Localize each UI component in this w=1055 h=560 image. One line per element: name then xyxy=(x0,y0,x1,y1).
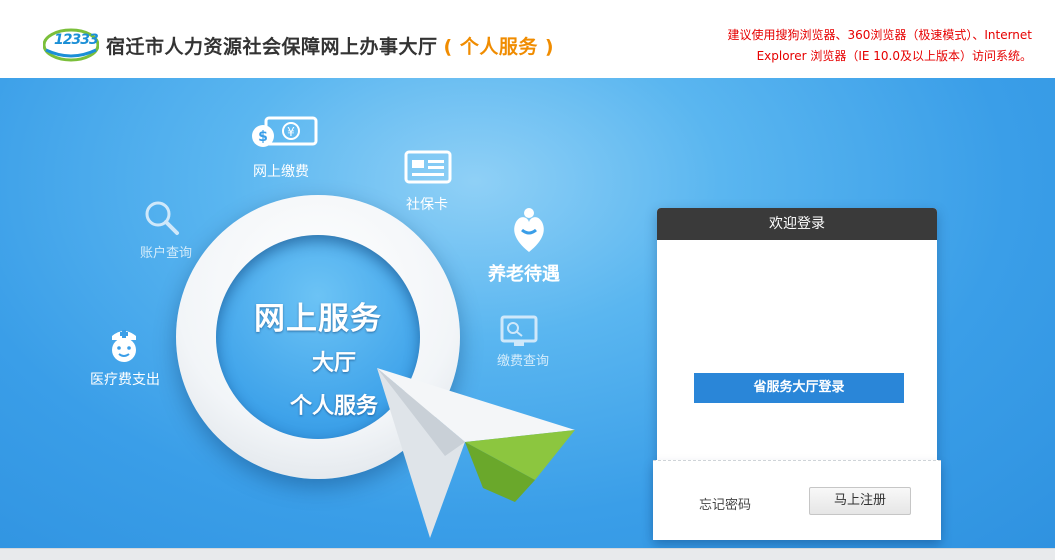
login-panel: 欢迎登录 省服务大厅登录 忘记密码 马上注册 xyxy=(653,208,941,540)
hero-banner: ¥ $ 网上缴费 社保卡 账户查询 养老待遇 缴费查询 医疗费支出 网上服务 大… xyxy=(0,78,1055,548)
register-button[interactable]: 马上注册 xyxy=(809,487,911,515)
heart-icon xyxy=(510,206,548,258)
money-icon: ¥ $ xyxy=(250,114,320,156)
browser-notice-line1: 建议使用搜狗浏览器、360浏览器（极速模式）、Internet xyxy=(727,28,1032,42)
logo-text: 12333 xyxy=(54,32,99,48)
service-social-card[interactable]: 社保卡 xyxy=(406,194,448,214)
forgot-password-link[interactable]: 忘记密码 xyxy=(699,494,751,513)
service-online-payment[interactable]: 网上缴费 xyxy=(253,161,309,181)
nurse-icon xyxy=(106,326,142,370)
login-title: 欢迎登录 xyxy=(657,208,937,240)
svg-text:$: $ xyxy=(258,129,268,145)
service-pension[interactable]: 养老待遇 xyxy=(488,260,560,286)
search-icon xyxy=(144,200,180,240)
page-header: 12333 宿迁市人力资源社会保障网上办事大厅( 个人服务 ) 建议使用搜狗浏览… xyxy=(0,0,1055,78)
service-account-query[interactable]: 账户查询 xyxy=(140,242,192,261)
login-footer: 忘记密码 马上注册 xyxy=(653,460,941,540)
paper-plane-graphic xyxy=(375,360,580,540)
site-title-main: 宿迁市人力资源社会保障网上办事大厅 xyxy=(106,36,438,58)
monitor-icon xyxy=(499,314,539,354)
browser-notice-line2: Explorer 浏览器（IE 10.0及以上版本）访问系统。 xyxy=(756,49,1032,63)
svg-text:¥: ¥ xyxy=(287,125,295,139)
site-title-sub: ( 个人服务 ) xyxy=(443,36,555,58)
site-title: 宿迁市人力资源社会保障网上办事大厅( 个人服务 ) xyxy=(106,32,554,59)
service-medical[interactable]: 医疗费支出 xyxy=(90,369,160,389)
browser-notice: 建议使用搜狗浏览器、360浏览器（极速模式）、Internet Explorer… xyxy=(652,25,1032,67)
footer-strip xyxy=(0,548,1055,560)
hub-title: 网上服务 xyxy=(254,301,382,337)
card-icon xyxy=(404,150,452,188)
provincial-login-button[interactable]: 省服务大厅登录 xyxy=(694,373,904,403)
